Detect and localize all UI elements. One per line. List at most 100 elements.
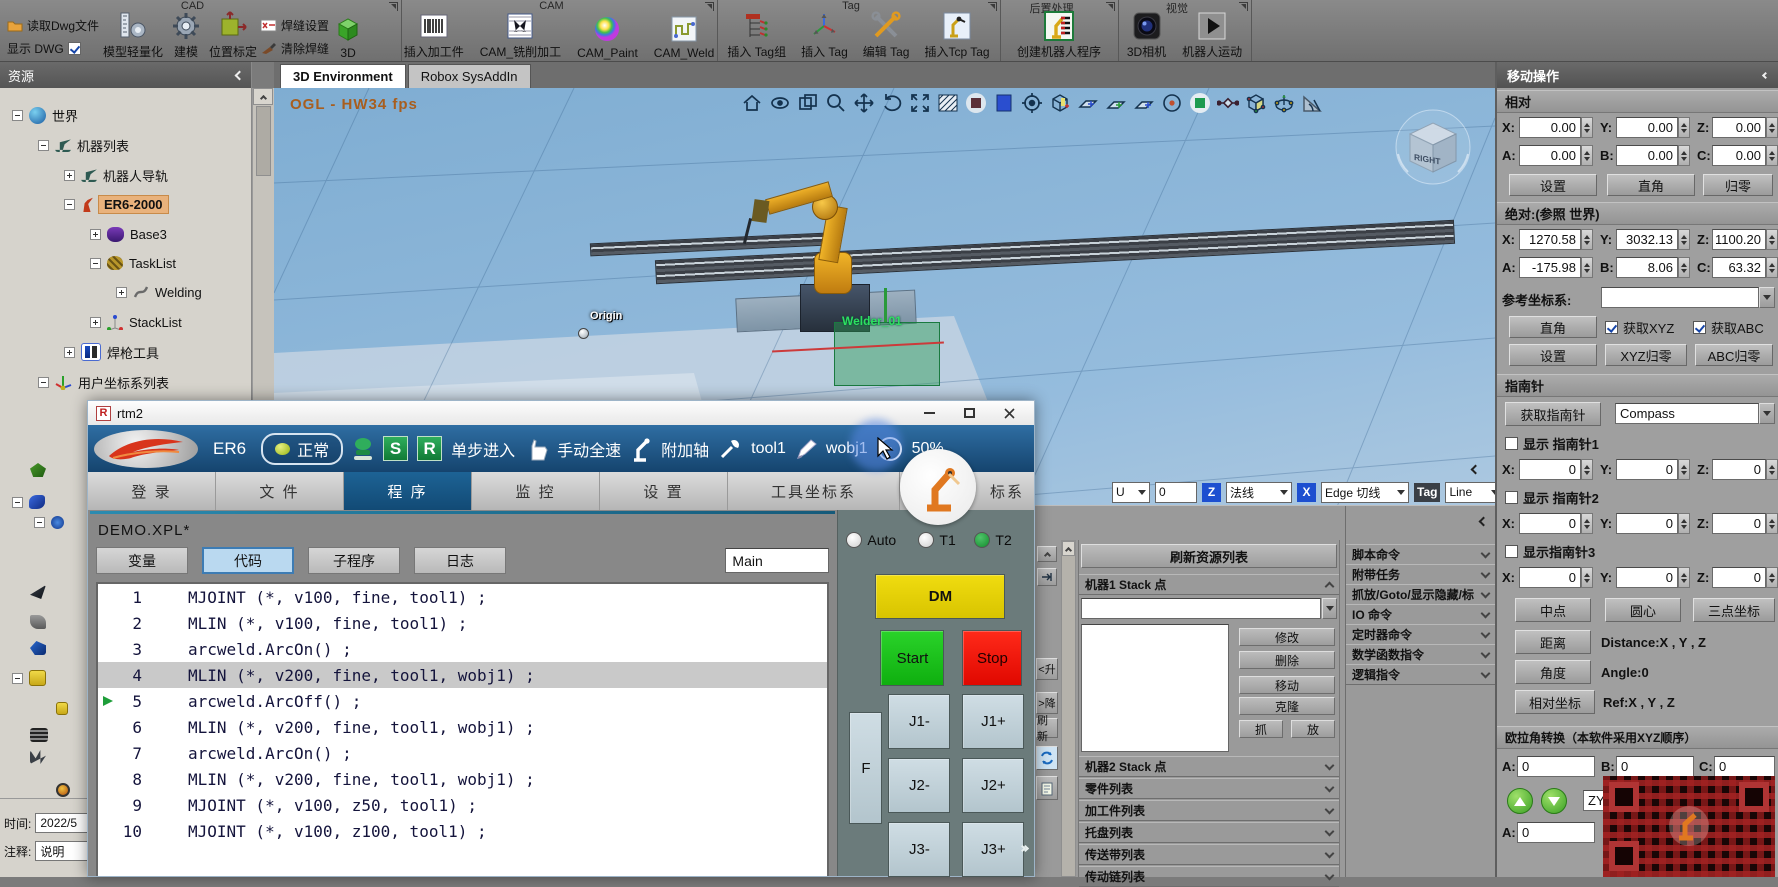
tool-label[interactable]: tool1 — [751, 440, 786, 458]
section-pick-place-goto[interactable]: 抓放/Goto/显示隐藏/标 — [1346, 584, 1495, 605]
r-mode-button[interactable]: R — [417, 436, 442, 461]
section-machine1-stack[interactable]: 机器1 Stack 点 — [1079, 574, 1339, 595]
collapse-sidebar-icon[interactable] — [235, 70, 245, 80]
collapse-panel-icon[interactable] — [1479, 517, 1489, 527]
rel-c-input[interactable]: 0.00 — [1712, 145, 1766, 166]
pan-icon[interactable] — [852, 91, 875, 114]
lower-button[interactable]: >降 — [1036, 692, 1058, 714]
clipboard-icon[interactable] — [1036, 776, 1058, 800]
spinner[interactable] — [1581, 513, 1593, 534]
circle-center-button[interactable]: 圆心 — [1605, 598, 1681, 622]
tab-code[interactable]: 代码 — [202, 547, 294, 574]
spinner[interactable] — [1678, 459, 1690, 480]
s-mode-button[interactable]: S — [383, 436, 408, 461]
euler-up-button[interactable] — [1507, 788, 1533, 814]
rel-c-spinner[interactable] — [1766, 145, 1778, 166]
spinner[interactable] — [1766, 513, 1778, 534]
f-button[interactable]: F — [849, 712, 882, 824]
rel-a-input[interactable]: 0.00 — [1519, 145, 1581, 166]
code-listing[interactable]: 1MJOINT (*, v100, fine, tool1) ; 2MLIN (… — [96, 582, 829, 876]
rel-y-spinner[interactable] — [1678, 117, 1690, 138]
stack-point-combobox[interactable] — [1081, 598, 1321, 619]
dock-scrollbar[interactable] — [1061, 540, 1076, 877]
rel-x-input[interactable]: 0.00 — [1519, 117, 1581, 138]
j2-plus-button[interactable]: J2+ — [962, 758, 1024, 813]
modeling-button[interactable]: 建模 — [167, 11, 205, 60]
rel-z-input[interactable]: 0.00 — [1712, 117, 1766, 138]
value-input[interactable]: 0 — [1155, 482, 1197, 503]
compass3-z-input[interactable]: 0 — [1712, 567, 1766, 588]
compass2-z-input[interactable]: 0 — [1712, 513, 1766, 534]
abs-cartesian-button[interactable]: 直角 — [1509, 316, 1597, 338]
section-script-commands[interactable]: 脚本命令 — [1346, 544, 1495, 565]
spinner[interactable] — [1581, 567, 1593, 588]
drop-button[interactable]: 放 — [1291, 720, 1335, 738]
tree-item-er6-2000[interactable]: ER6-2000 — [64, 193, 168, 215]
orbit-point-icon[interactable] — [1160, 91, 1183, 114]
expand-toggle-icon[interactable] — [64, 347, 75, 358]
abs-y-input[interactable]: 3032.13 — [1616, 229, 1678, 250]
rel-b-spinner[interactable] — [1678, 145, 1690, 166]
abs-set-button[interactable]: 设置 — [1509, 344, 1597, 366]
manual-speed-label[interactable]: 手动全速 — [557, 437, 621, 461]
code-line[interactable]: 8MLIN (*, v200, fine, tool1, wobj1) ; — [98, 766, 827, 792]
group-expand-icon[interactable] — [1239, 2, 1248, 11]
tree-item[interactable] — [30, 637, 46, 659]
euler-c-input[interactable]: 0 — [1714, 756, 1775, 777]
scroll-up-button[interactable] — [253, 88, 273, 105]
show-compass1-checkbox[interactable]: 显示 指南针1 — [1505, 434, 1599, 453]
angle-button[interactable]: 角度 — [1515, 660, 1591, 684]
show-compass3-checkbox[interactable]: 显示指南针3 — [1505, 542, 1595, 561]
cam-weld-button[interactable]: CAM_Weld — [650, 11, 718, 60]
plane-yz-icon[interactable] — [1132, 91, 1155, 114]
get-compass-button[interactable]: 获取指南针 — [1505, 402, 1601, 426]
compass1-y-input[interactable]: 0 — [1616, 459, 1678, 480]
collapse-toggle-icon[interactable] — [34, 517, 45, 528]
euler-result-a-input[interactable]: 0 — [1517, 822, 1595, 843]
abs-x-spinner[interactable] — [1581, 229, 1593, 250]
abs-b-input[interactable]: 8.06 — [1616, 257, 1678, 278]
clone-button[interactable]: 克隆 — [1239, 697, 1335, 715]
section-io-commands[interactable]: IO 命令 — [1346, 604, 1495, 625]
frames-globe-icon[interactable] — [1272, 91, 1295, 114]
sync-refresh-icon[interactable] — [1036, 746, 1058, 770]
3d-camera-button[interactable]: 3D相机 — [1123, 11, 1170, 60]
section-math-functions[interactable]: 数学函数指令 — [1346, 644, 1495, 665]
expand-toggle-icon[interactable] — [116, 287, 127, 298]
maximize-button[interactable] — [952, 404, 986, 422]
expand-toggle-icon[interactable] — [64, 170, 75, 181]
tab-robox-sysaddin[interactable]: Robox SysAddIn — [408, 64, 531, 88]
rel-zero-button[interactable]: 归零 — [1703, 174, 1773, 196]
tree-item-tasklist[interactable]: TaskList — [90, 252, 176, 274]
section-machine2-stack[interactable]: 机器2 Stack 点 — [1079, 756, 1339, 777]
tree-item-user-frames[interactable]: 用户坐标系列表 — [38, 371, 169, 393]
get-abc-checkbox[interactable]: 获取ABC — [1693, 318, 1764, 337]
euler-b-input[interactable]: 0 — [1616, 756, 1694, 777]
line-select[interactable]: Line — [1445, 482, 1495, 503]
weld-seam-setting-button[interactable]: 焊缝设置 — [261, 17, 329, 34]
insert-workpiece-button[interactable]: 插入加工件 — [400, 11, 468, 60]
menu-program[interactable]: 程 序 — [344, 472, 472, 510]
protractor-icon[interactable] — [1300, 91, 1323, 114]
close-button[interactable] — [992, 404, 1026, 422]
shaded-view-icon[interactable] — [964, 91, 987, 114]
checkbox-checked-icon[interactable] — [68, 42, 81, 55]
tree-item[interactable] — [30, 581, 46, 603]
read-dwg-button[interactable]: 读取Dwg文件 — [7, 17, 99, 34]
section-conveyor-list[interactable]: 传送带列表 — [1079, 844, 1339, 865]
rel-a-spinner[interactable] — [1581, 145, 1593, 166]
rtm2-window[interactable]: R rtm2 ER6 正常 S R 单步进入 手动全速 附加轴 tool1 wo… — [87, 400, 1035, 877]
work-object-box[interactable] — [834, 322, 940, 386]
tree-item[interactable] — [12, 491, 45, 513]
xyz-zero-button[interactable]: XYZ归零 — [1605, 344, 1687, 366]
euler-down-button[interactable] — [1541, 788, 1567, 814]
section-logic-commands[interactable]: 逻辑指令 — [1346, 664, 1495, 685]
stack-point-listbox[interactable] — [1081, 624, 1229, 752]
grab-button[interactable]: 抓 — [1239, 720, 1283, 738]
j3-plus-button[interactable]: J3+ — [962, 822, 1024, 877]
auto-mode-radio[interactable]: Auto — [846, 532, 896, 548]
normal-select[interactable]: 法线 — [1226, 482, 1292, 503]
rotate-view-icon[interactable] — [880, 91, 903, 114]
plane-xz-icon[interactable] — [1104, 91, 1127, 114]
step-mode-label[interactable]: 单步进入 — [451, 437, 515, 461]
